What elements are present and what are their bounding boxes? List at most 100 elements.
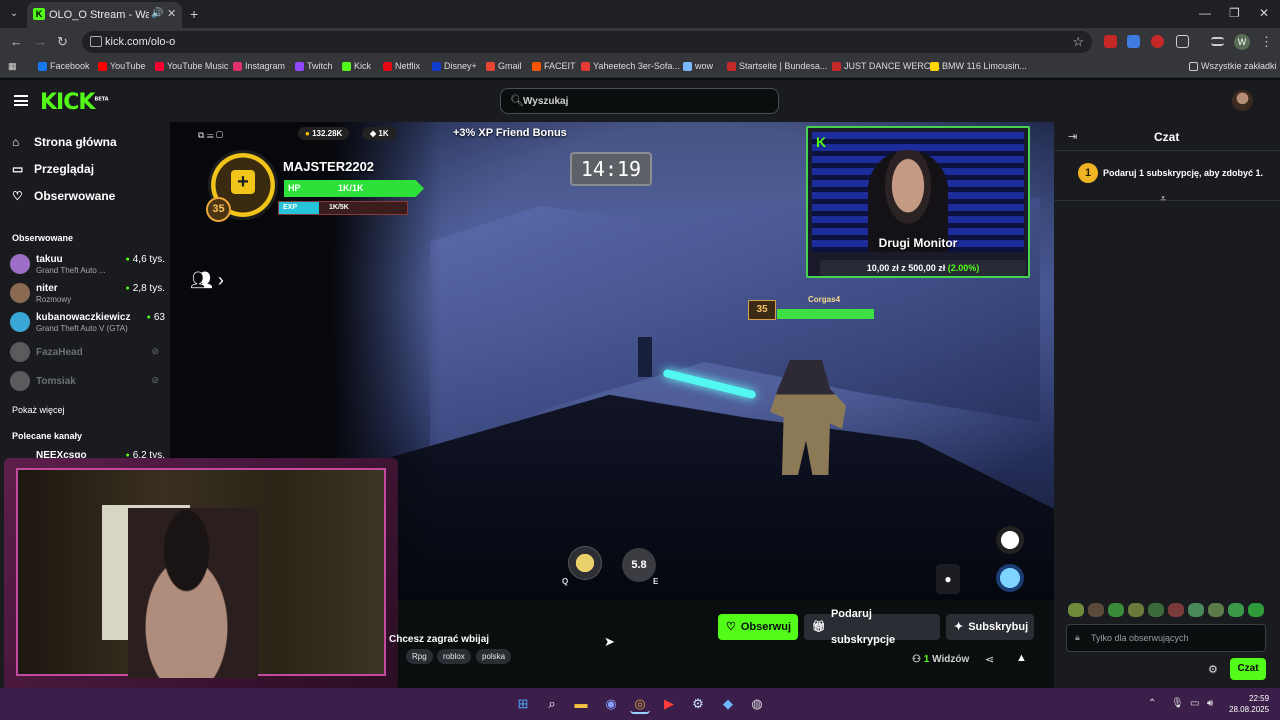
bookmark-item[interactable]: YouTube [98, 61, 145, 71]
emote-icon[interactable] [1168, 603, 1184, 617]
emote-icon[interactable] [1248, 603, 1264, 617]
emote-icon[interactable] [1088, 603, 1104, 617]
app-icon[interactable]: ◆ [718, 694, 738, 714]
chat-input[interactable]: 🔒︎ Tylko dla obserwujących [1066, 624, 1266, 652]
user-avatar[interactable] [1232, 90, 1253, 111]
discord-icon[interactable]: ◉ [601, 694, 621, 714]
file-explorer-icon[interactable]: ▬ [571, 694, 591, 714]
close-window-icon[interactable]: ✕ [1259, 6, 1269, 20]
address-bar[interactable]: kick.com/olo-o ☆ [82, 31, 1092, 53]
hamburger-menu-icon[interactable] [14, 95, 28, 106]
app-icon-2[interactable]: ◍ [747, 694, 767, 714]
display-icon[interactable]: ▭ [1190, 698, 1199, 709]
minimize-icon[interactable]: — [1199, 6, 1211, 20]
tag[interactable]: polska [476, 649, 512, 664]
extension-icon[interactable] [1104, 35, 1117, 48]
browser-tab[interactable]: K OLO_O Stream - Watch Live 🔊 ✕ [27, 2, 182, 28]
emote-icon[interactable] [1208, 603, 1224, 617]
kick-logo[interactable]: KICKBETA [40, 90, 109, 115]
offline-channel[interactable]: Tomsiak ⊘ [10, 369, 165, 393]
steam-icon[interactable]: ⚙ [688, 694, 708, 714]
forward-icon[interactable]: → [34, 34, 47, 49]
search-input[interactable]: 🔍︎ Wyszukaj [500, 88, 779, 114]
reading-list-icon[interactable] [1211, 37, 1224, 46]
menu-dots-icon[interactable]: ⋮ [1260, 34, 1273, 50]
collapse-chat-icon[interactable]: ⇥ [1068, 130, 1077, 143]
offline-channel[interactable]: FazaHead ⊘ [10, 340, 165, 364]
bookmark-item[interactable]: Kick [342, 61, 371, 71]
bookmark-item[interactable]: BMW 116 Limousin... [930, 61, 1027, 71]
chrome-icon[interactable]: ◎ [630, 694, 650, 714]
report-icon[interactable]: ▲ [1016, 652, 1027, 664]
windows-start-icon[interactable]: ⊞ [513, 694, 533, 714]
subscribe-button[interactable]: ✦ Subskrybuj [946, 614, 1034, 640]
emote-icon[interactable] [1148, 603, 1164, 617]
emote-icon[interactable] [1068, 603, 1084, 617]
extensions-puzzle-icon[interactable] [1176, 35, 1189, 48]
bookmark-favicon-icon [432, 61, 441, 71]
clock[interactable]: 22:59 28.08.2025 [1229, 693, 1269, 715]
volume-icon[interactable]: 🔊︎ [1207, 698, 1213, 709]
followed-channel[interactable]: kubanowaczkiewicz Grand Theft Auto V (GT… [10, 310, 165, 334]
bookmark-item[interactable]: JUST DANCE WERCI... [832, 61, 940, 71]
bookmark-label: Yaheetech 3er-Sofa... [593, 61, 680, 71]
chat-settings-icon[interactable]: ⚙ [1208, 663, 1218, 676]
reload-icon[interactable]: ↻ [57, 34, 68, 50]
emote-icon[interactable] [1108, 603, 1124, 617]
bookmark-label: JUST DANCE WERCI... [844, 61, 941, 71]
emote-icon[interactable] [1128, 603, 1144, 617]
nav-following[interactable]: ♡ Obserwowane [12, 189, 115, 203]
bookmark-item[interactable]: Gmail [486, 61, 522, 71]
nav-home[interactable]: ⌂ Strona główna [12, 135, 117, 149]
bookmark-item[interactable]: Startseite | Bundesa... [727, 61, 827, 71]
gift-label: Podaruj subskrypcje [830, 608, 896, 646]
bookmark-item[interactable]: Yaheetech 3er-Sofa... [581, 61, 680, 71]
back-icon[interactable]: ← [10, 34, 23, 49]
speaker-icon[interactable]: 🔊 [151, 8, 163, 19]
followed-channel[interactable]: niter Rozmowy 2,8 tys. [10, 281, 165, 305]
gift-sub-prompt[interactable]: Podaruj 1 subskrypcję, aby zdobyć 1. [1103, 168, 1263, 178]
channel-game: Rozmowy [36, 295, 72, 304]
expand-pinned-icon[interactable]: ⩡ [1160, 193, 1166, 206]
search-icon[interactable]: ⌕ [542, 694, 562, 714]
follow-button[interactable]: ♡ Obserwuj [718, 614, 798, 640]
tab-search-icon[interactable]: ⌄ [6, 6, 22, 22]
close-tab-icon[interactable]: ✕ [167, 7, 176, 20]
tag[interactable]: Rpg [406, 649, 433, 664]
extension-icon-2[interactable] [1151, 35, 1164, 48]
microphone-icon[interactable]: 🎙︎ [1171, 698, 1184, 709]
bookmark-item[interactable]: Disney+ [432, 61, 477, 71]
translate-extension-icon[interactable] [1127, 35, 1140, 48]
site-info-icon[interactable] [90, 36, 102, 47]
sub-goal: 10,00 zł z 500,00 zł (2.00%) [820, 260, 1026, 276]
bookmark-item[interactable]: Facebook [38, 61, 90, 71]
emote-icon[interactable] [1188, 603, 1204, 617]
gift-subs-button[interactable]: 🎁︎ Podaruj subskrypcje [804, 608, 940, 646]
profile-avatar[interactable]: W [1234, 34, 1250, 50]
bookmark-item[interactable]: Netflix [383, 61, 420, 71]
apps-grid-icon[interactable]: ▦ [8, 61, 17, 72]
bookmark-label: YouTube Music [167, 61, 229, 71]
nav-browse[interactable]: ▭ Przeglądaj [12, 162, 94, 176]
show-more-link[interactable]: Pokaż więcej [12, 405, 65, 415]
youtube-music-icon[interactable]: ▶ [659, 694, 679, 714]
followed-section-title: Obserwowane [12, 233, 74, 243]
player-level: 35 [206, 197, 231, 222]
all-bookmarks[interactable]: Wszystkie zakładki [1189, 61, 1277, 71]
tray-chevron-icon[interactable]: ⌃ [1148, 698, 1156, 709]
bookmark-item[interactable]: Twitch [295, 61, 333, 71]
emote-icon[interactable] [1228, 603, 1244, 617]
bookmark-item[interactable]: FACEIT [532, 61, 576, 71]
restore-icon[interactable]: ❐ [1229, 6, 1240, 20]
followed-channel[interactable]: takuu Grand Theft Auto ... 4,6 tys. [10, 252, 165, 276]
new-tab-icon[interactable]: + [190, 6, 198, 22]
bookmark-star-icon[interactable]: ☆ [1072, 34, 1084, 50]
tag[interactable]: roblox [437, 649, 471, 664]
bookmark-item[interactable]: YouTube Music [155, 61, 228, 71]
hp-bar: HP 1K/1K [284, 180, 424, 197]
share-icon[interactable]: ⋖ [985, 653, 994, 666]
bookmark-item[interactable]: wow [683, 61, 713, 71]
chat-send-button[interactable]: Czat [1230, 658, 1266, 680]
offline-icon: ⊘ [151, 346, 159, 356]
bookmark-item[interactable]: Instagram [233, 61, 285, 71]
